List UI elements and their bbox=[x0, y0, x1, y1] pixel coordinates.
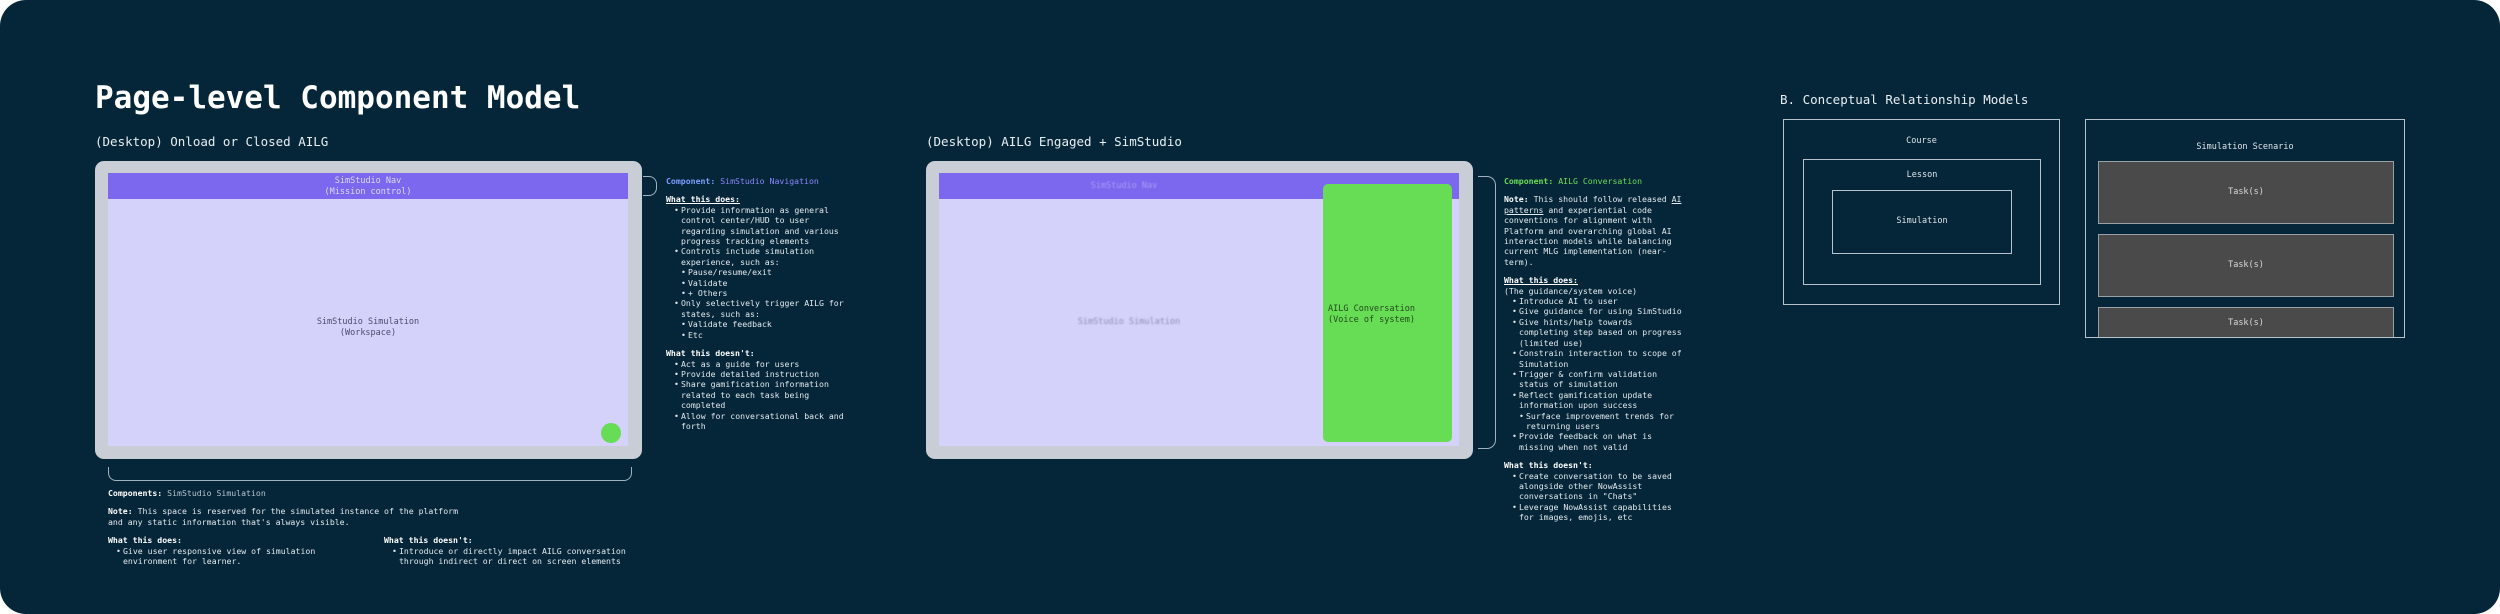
state-item: Validate feedback bbox=[674, 319, 851, 330]
component-prefix: Component: bbox=[1504, 176, 1554, 186]
does-item: Provide feedback on what is missing when… bbox=[1512, 431, 1684, 452]
simulation-frame: Simulation bbox=[1832, 190, 2012, 254]
does-item: Provide information as general control c… bbox=[674, 205, 851, 247]
note-prefix: Note: bbox=[108, 506, 133, 517]
course-frame: Course Lesson Simulation bbox=[1783, 119, 2060, 305]
scenario-frame: Simulation Scenario Task(s) Task(s) Task… bbox=[2085, 119, 2405, 338]
component-name: AILG Conversation bbox=[1558, 176, 1643, 186]
nested-item: Surface improvement trends for returning… bbox=[1512, 411, 1684, 432]
doesnt-heading: What this doesn't: bbox=[1504, 460, 1593, 471]
simstudio-nav-bar[interactable]: SimStudio Nav (Mission control) bbox=[108, 173, 628, 199]
sim-doesnt: What this doesn't: Introduce or directly… bbox=[384, 535, 629, 566]
task-box: Task(s) bbox=[2098, 161, 2394, 224]
task-box: Task(s) bbox=[2098, 234, 2394, 297]
note-block: Note: This should follow released AI pat… bbox=[1504, 194, 1684, 267]
panel-label-group: AILG Conversation (Voice of system) bbox=[1328, 304, 1415, 326]
doesnt-item: Allow for conversational back and forth bbox=[674, 411, 851, 432]
doesnt-item: Provide detailed instruction bbox=[674, 369, 851, 380]
workspace-area: SimStudio Simulation (Workspace) bbox=[108, 317, 628, 339]
middle-subtitle: (Desktop) AILG Engaged + SimStudio bbox=[926, 134, 1182, 149]
left-subtitle: (Desktop) Onload or Closed AILG bbox=[95, 134, 329, 149]
does-item: Controls include simulation experience, … bbox=[674, 246, 851, 267]
control-item: + Others bbox=[674, 288, 851, 299]
nav-sublabel: (Mission control) bbox=[324, 187, 412, 197]
component-name: SimStudio Navigation bbox=[720, 176, 819, 186]
ailg-conversation-panel[interactable]: AILG Conversation (Voice of system) bbox=[1323, 184, 1452, 442]
panel-sublabel: (Voice of system) bbox=[1328, 315, 1415, 325]
desktop-mockup-engaged: SimStudio Nav SimStudio Simulation AILG … bbox=[926, 161, 1473, 459]
component-name: SimStudio Simulation bbox=[167, 488, 266, 498]
does-heading: What this does: bbox=[108, 535, 182, 546]
does-item: Give hints/help towards completing step … bbox=[1512, 317, 1684, 348]
does-subheading: (The guidance/system voice) bbox=[1504, 285, 1638, 296]
canvas-board: Page-level Component Model (Desktop) Onl… bbox=[0, 0, 2500, 614]
nav-label: SimStudio Nav bbox=[334, 176, 402, 186]
control-item: Pause/resume/exit bbox=[674, 267, 851, 278]
ailg-bracket bbox=[1478, 176, 1496, 449]
state-item: Etc bbox=[674, 330, 851, 341]
course-label: Course bbox=[1906, 136, 1937, 146]
scenario-label: Simulation Scenario bbox=[2196, 142, 2294, 152]
component-prefix: Component: bbox=[666, 176, 716, 186]
does-item: Reflect gamification update information … bbox=[1512, 390, 1684, 411]
simulation-bracket bbox=[108, 467, 632, 481]
does-heading: What this does: bbox=[1504, 275, 1578, 286]
sim-does: What this does: Give user responsive vie… bbox=[108, 535, 363, 566]
screen bbox=[108, 173, 628, 446]
doesnt-item: Introduce or directly impact AILG conver… bbox=[392, 546, 629, 567]
doesnt-heading: What this doesn't: bbox=[384, 535, 473, 546]
nav-bracket bbox=[643, 176, 657, 196]
ailg-launcher-button[interactable] bbox=[601, 423, 621, 443]
lesson-frame: Lesson Simulation bbox=[1803, 159, 2041, 285]
task-box: Task(s) bbox=[2098, 307, 2394, 337]
does-item: Give guidance for using SimStudio bbox=[1512, 306, 1684, 317]
simulation-annotation: Components: SimStudio Simulation Note: T… bbox=[108, 488, 668, 575]
simulation-label: Simulation bbox=[1896, 216, 1948, 226]
doesnt-item: Share gamification information related t… bbox=[674, 379, 851, 410]
workspace-label: SimStudio Simulation bbox=[1077, 317, 1181, 327]
note-text-a: This should follow released bbox=[1533, 194, 1672, 205]
does-item: Introduce AI to user bbox=[1512, 296, 1684, 307]
workspace-label: SimStudio Simulation bbox=[316, 317, 420, 327]
workspace-sublabel: (Workspace) bbox=[339, 328, 397, 338]
desktop-mockup-onload: SimStudio Nav (Mission control) SimStudi… bbox=[95, 161, 642, 459]
doesnt-item: Leverage NowAssist capabilities for imag… bbox=[1512, 502, 1684, 523]
note-text: This space is reserved for the simulated… bbox=[108, 506, 458, 527]
component-prefix: Components: bbox=[108, 488, 163, 498]
ailg-annotation: Component: AILG Conversation Note: This … bbox=[1504, 176, 1684, 523]
page-title: Page-level Component Model bbox=[95, 80, 581, 116]
does-item: Constrain interaction to scope of Simula… bbox=[1512, 348, 1684, 369]
nav-annotation: Component: SimStudio Navigation What thi… bbox=[666, 176, 851, 431]
panel-label: AILG Conversation bbox=[1328, 304, 1415, 314]
lesson-label: Lesson bbox=[1906, 170, 1938, 180]
doesnt-item: Create conversation to be saved alongsid… bbox=[1512, 471, 1684, 502]
does-item: Trigger & confirm validation status of s… bbox=[1512, 369, 1684, 390]
does-heading: What this does: bbox=[666, 194, 740, 205]
note-prefix: Note: bbox=[1504, 194, 1529, 205]
does-item: Give user responsive view of simulation … bbox=[116, 546, 363, 567]
control-item: Validate bbox=[674, 278, 851, 289]
doesnt-item: Act as a guide for users bbox=[674, 359, 851, 370]
relationship-heading: B. Conceptual Relationship Models bbox=[1780, 92, 2029, 107]
does-item: Only selectively trigger AILG for states… bbox=[674, 298, 851, 319]
doesnt-heading: What this doesn't: bbox=[666, 348, 755, 359]
